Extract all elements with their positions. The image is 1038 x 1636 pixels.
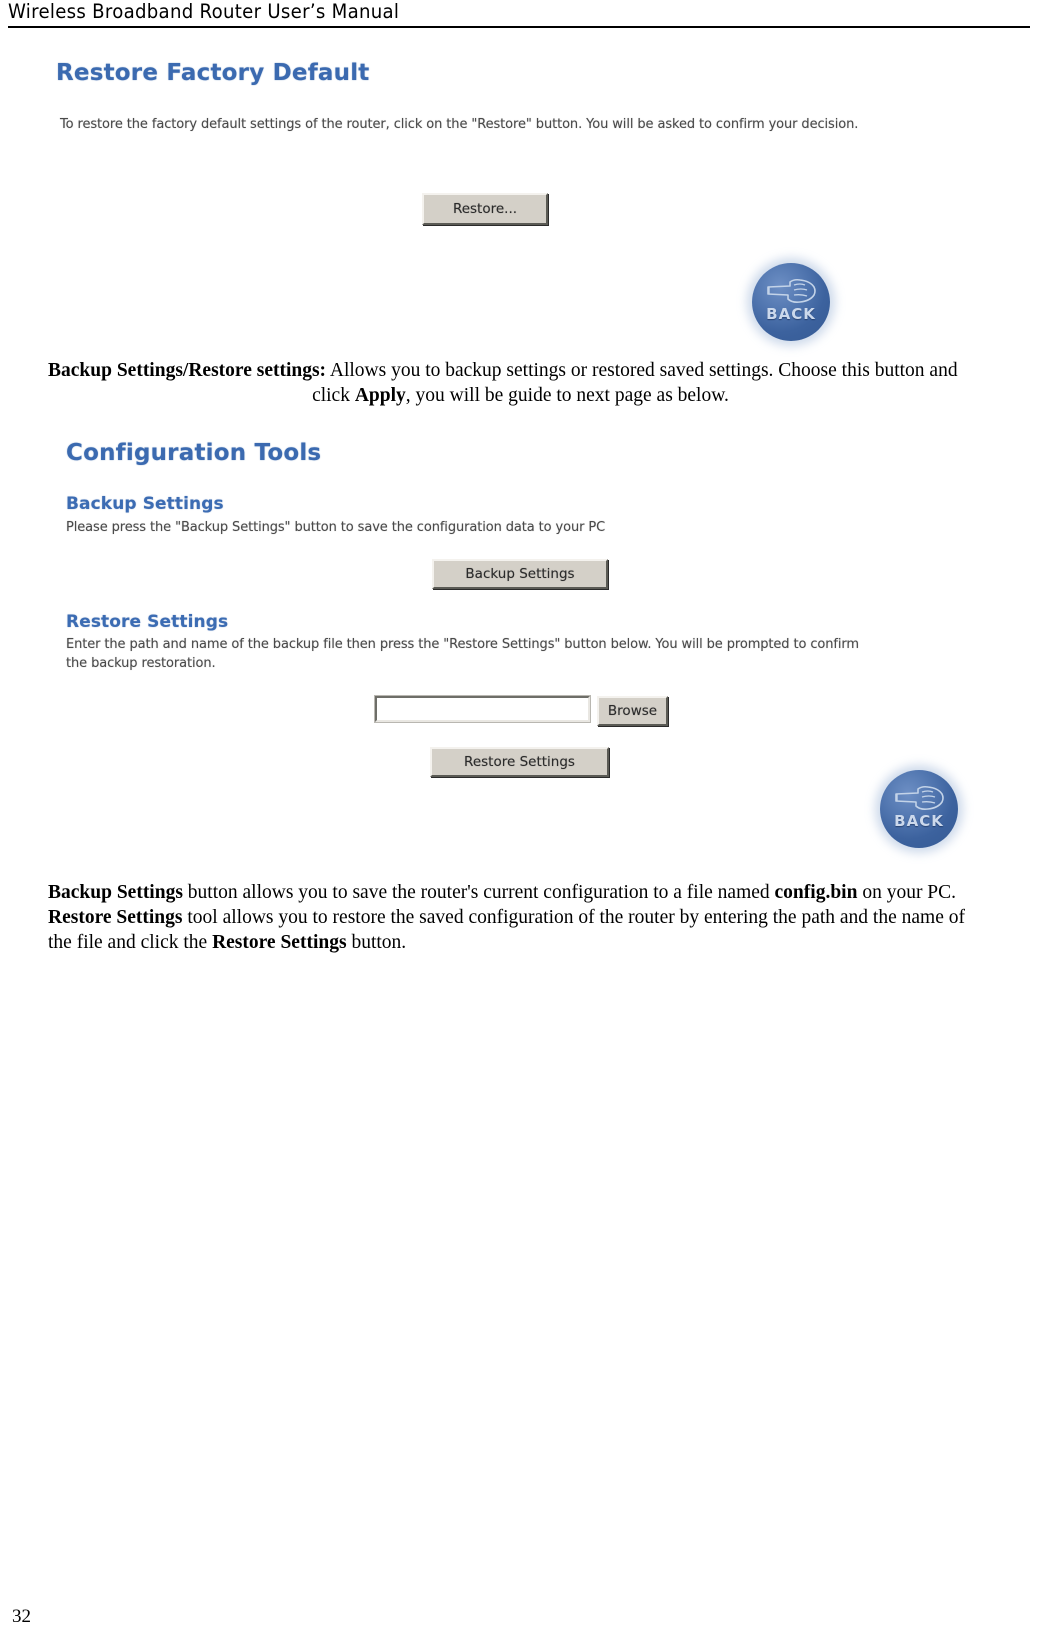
back-button-label: BACK (766, 305, 816, 323)
restore-file-path-input[interactable] (374, 695, 591, 723)
restore-settings-description-line2: the backup restoration. (66, 656, 216, 671)
pointing-hand-icon (895, 785, 944, 810)
restore-factory-default-description: To restore the factory default settings … (60, 117, 859, 132)
browse-button[interactable]: Browse (597, 696, 668, 726)
screenshot-restore-factory-default: Restore Factory Default To restore the f… (40, 45, 990, 345)
backup-restore-body: Allows you to backup settings or restore… (326, 360, 958, 381)
footer-bold-restore-settings: Restore Settings (48, 907, 183, 928)
page-header: Wireless Broadband Router User’s Manual (8, 0, 1030, 30)
configuration-tools-heading: Configuration Tools (66, 440, 322, 466)
footer-bold-restore-settings-2: Restore Settings (212, 932, 347, 953)
restore-settings-button[interactable]: Restore Settings (430, 747, 609, 777)
backup-settings-button[interactable]: Backup Settings (432, 559, 608, 589)
apply-pre-text: click (312, 385, 355, 406)
back-button-label-2: BACK (894, 812, 944, 830)
restore-settings-description-line1: Enter the path and name of the backup fi… (66, 637, 859, 652)
backup-settings-subheading: Backup Settings (66, 494, 224, 514)
manual-title: Wireless Broadband Router User’s Manual (8, 0, 400, 23)
footer-text-3: tool allows you to restore the saved con… (182, 907, 965, 928)
footer-text-4: the file and click the (48, 932, 213, 953)
paragraph-line-2: click Apply, you will be guide to next p… (48, 383, 993, 408)
screenshot-configuration-tools: Configuration Tools Backup Settings Plea… (40, 432, 990, 848)
footer-text-2: on your PC. (857, 882, 957, 903)
paragraph-backup-restore-explanation: Backup Settings button allows you to sav… (48, 880, 993, 955)
paragraph-line-1: Backup Settings/Restore settings: Allows… (48, 358, 993, 383)
backup-settings-description: Please press the "Backup Settings" butto… (66, 520, 606, 535)
footer-bold-backup-settings: Backup Settings (48, 882, 183, 903)
footer-text-5: button. (346, 932, 407, 953)
footer-bold-configbin: config.bin (774, 882, 858, 903)
restore-settings-subheading: Restore Settings (66, 612, 229, 632)
apply-post-text: , you will be guide to next page as belo… (405, 385, 729, 406)
paragraph-backup-restore-settings: Backup Settings/Restore settings: Allows… (48, 358, 993, 408)
header-divider (8, 26, 1030, 28)
backup-restore-lead: Backup Settings/Restore settings: (48, 360, 327, 381)
restore-factory-default-heading: Restore Factory Default (56, 60, 370, 86)
footer-text-1: button allows you to save the router's c… (182, 882, 775, 903)
back-button-2[interactable]: BACK (880, 770, 958, 848)
page-number: 32 (12, 1606, 31, 1627)
restore-button[interactable]: Restore... (422, 193, 548, 225)
pointing-hand-icon (767, 278, 816, 303)
apply-bold: Apply (354, 385, 406, 406)
back-button[interactable]: BACK (752, 263, 830, 341)
